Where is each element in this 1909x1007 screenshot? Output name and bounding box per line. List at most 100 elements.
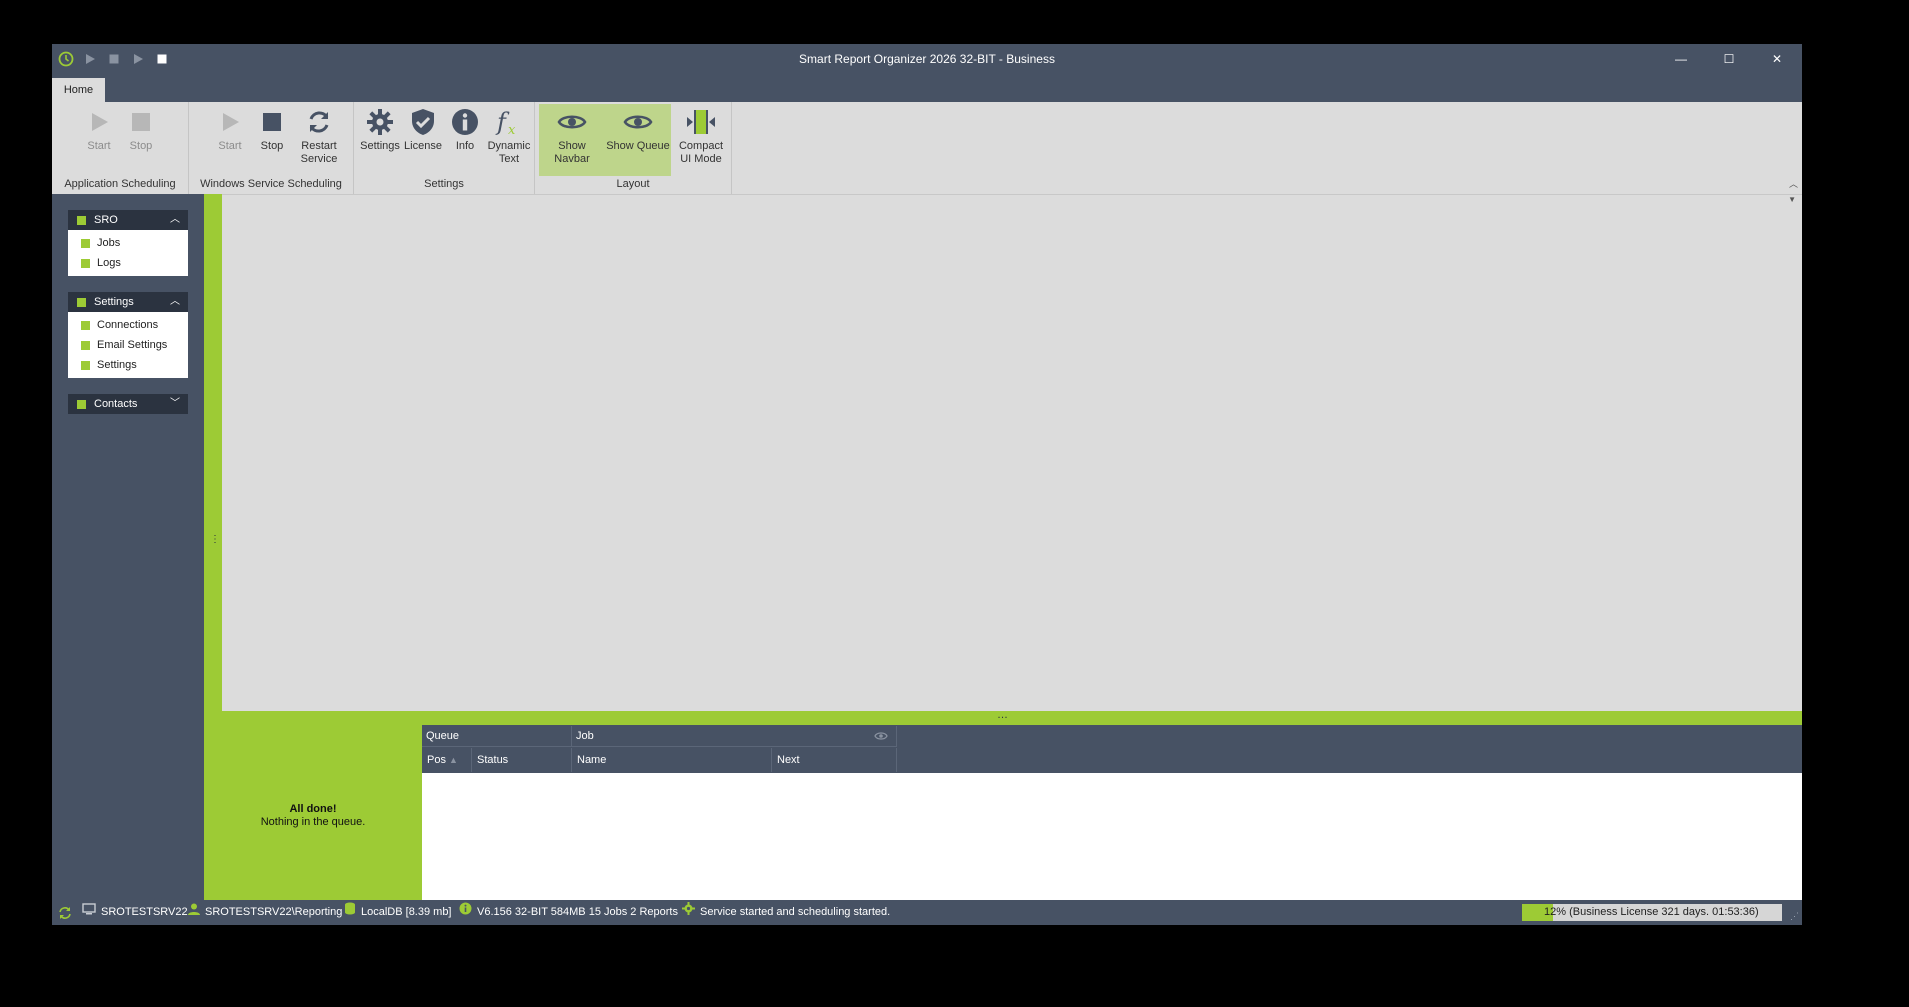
square-icon — [81, 341, 90, 350]
nav-group-header[interactable]: Settings ︿ — [68, 292, 188, 312]
group-label: Settings — [424, 178, 464, 190]
nav-item-connections[interactable]: Connections — [68, 315, 188, 335]
minimize-button[interactable]: — — [1658, 44, 1704, 74]
column-pos[interactable]: Pos ▲ — [422, 748, 472, 772]
maximize-button[interactable]: ☐ — [1706, 44, 1752, 74]
chevron-down-icon: ﹀ — [170, 398, 180, 409]
nav-group-settings: Settings ︿ Connections Email Settings Se… — [68, 292, 188, 378]
eye-icon — [552, 104, 592, 140]
band-job[interactable]: Job — [572, 726, 897, 747]
clock-icon[interactable] — [58, 51, 74, 67]
shield-check-icon — [403, 104, 443, 140]
column-next[interactable]: Next — [772, 748, 897, 772]
queue-splitter[interactable]: … — [204, 710, 1802, 725]
resize-grip-icon[interactable]: ⋰ — [1790, 911, 1799, 922]
compact-icon — [681, 104, 721, 140]
service-stop-button[interactable]: Stop — [251, 104, 293, 176]
stop-icon — [121, 104, 161, 140]
eye-icon[interactable] — [874, 730, 888, 744]
close-icon: ✕ — [1771, 52, 1783, 66]
license-progress-bar: 12% (Business License 321 days. 01:53:36… — [1522, 904, 1782, 921]
play-icon — [79, 104, 119, 140]
title-bar: Smart Report Organizer 2026 32-BIT - Bus… — [52, 44, 1802, 74]
stop-icon[interactable] — [106, 51, 122, 67]
nav-item-logs[interactable]: Logs — [68, 253, 188, 273]
square-icon — [81, 361, 90, 370]
app-start-button[interactable]: Start — [78, 104, 120, 176]
window-title: Smart Report Organizer 2026 32-BIT - Bus… — [799, 52, 1055, 66]
square-icon — [81, 321, 90, 330]
ribbon-group-layout: Show Navbar Show Queue Compact UI Mode L… — [535, 102, 732, 194]
ribbon-tabs: Home — [52, 74, 1802, 102]
info-button[interactable]: Info — [444, 104, 486, 176]
minimize-icon: — — [1675, 52, 1687, 66]
database-icon — [344, 900, 356, 925]
column-name[interactable]: Name — [572, 748, 772, 772]
status-bar: SROTESTSRV22 SROTESTSRV22\Reporting Loca… — [52, 900, 1802, 925]
square-icon — [81, 259, 90, 268]
tab-home[interactable]: Home — [52, 78, 105, 102]
dropdown-arrow-icon[interactable]: ▼ — [1788, 195, 1796, 204]
nav-group-header[interactable]: Contacts ﹀ — [68, 394, 188, 414]
gear-icon — [682, 900, 695, 925]
group-label: Windows Service Scheduling — [200, 178, 342, 190]
gear-icon — [360, 104, 400, 140]
svg-text:x: x — [508, 123, 516, 137]
status-user: SROTESTSRV22\Reporting — [188, 900, 342, 925]
function-icon: fx — [489, 104, 529, 140]
square-icon — [81, 239, 90, 248]
license-button[interactable]: License — [402, 104, 444, 176]
monitor-icon — [82, 900, 96, 925]
show-queue-button[interactable]: Show Queue — [605, 104, 671, 176]
show-navbar-button[interactable]: Show Navbar — [539, 104, 605, 176]
dynamic-text-button[interactable]: fx Dynamic Text — [486, 104, 532, 176]
status-version: V6.156 32-BIT 584MB 15 Jobs 2 Reports — [459, 900, 678, 925]
nav-group-header[interactable]: SRO ︿ — [68, 210, 188, 230]
nav-group-contacts: Contacts ﹀ — [68, 394, 188, 414]
column-status[interactable]: Status — [472, 748, 572, 772]
settings-button[interactable]: Settings — [358, 104, 402, 176]
info-icon — [459, 900, 472, 925]
queue-grid-header: Queue Job Pos ▲ Status Name Next — [422, 725, 1802, 773]
square-icon — [77, 400, 86, 409]
collapse-ribbon-icon[interactable]: ︿ — [1789, 177, 1798, 190]
nav-group-sro: SRO ︿ Jobs Logs — [68, 210, 188, 276]
service-start-button[interactable]: Start — [209, 104, 251, 176]
queue-grid-body[interactable] — [422, 773, 1802, 900]
navbar-splitter[interactable] — [204, 194, 222, 725]
group-label: Application Scheduling — [64, 178, 176, 190]
maximize-icon: ☐ — [1723, 52, 1735, 66]
queue-status-panel: All done! Nothing in the queue. — [204, 725, 422, 900]
nav-item-settings[interactable]: Settings — [68, 355, 188, 375]
chevron-up-icon: ︿ — [170, 296, 180, 307]
splitter-grip-icon[interactable]: ⋮ — [210, 534, 220, 545]
eye-icon — [618, 104, 658, 140]
sync-icon[interactable] — [58, 900, 72, 925]
compact-ui-mode-button[interactable]: Compact UI Mode — [675, 104, 727, 176]
square-icon — [77, 216, 86, 225]
nav-item-email-settings[interactable]: Email Settings — [68, 335, 188, 355]
license-text: 12% (Business License 321 days. 01:53:36… — [1544, 906, 1759, 918]
status-service: Service started and scheduling started. — [682, 900, 890, 925]
play-icon[interactable] — [82, 51, 98, 67]
navbar: SRO ︿ Jobs Logs Settings ︿ Connections E… — [52, 194, 204, 900]
square-icon — [77, 298, 86, 307]
stop-icon[interactable] — [154, 51, 170, 67]
restart-service-button[interactable]: Restart Service — [293, 104, 345, 176]
status-database: LocalDB [8.39 mb] — [344, 900, 452, 925]
chevron-up-icon: ︿ — [170, 214, 180, 225]
app-stop-button[interactable]: Stop — [120, 104, 162, 176]
play-icon — [210, 104, 250, 140]
refresh-icon — [299, 104, 339, 140]
ribbon-group-windows-service-scheduling: Start Stop Restart Service Windows Servi… — [189, 102, 354, 194]
band-queue[interactable]: Queue — [422, 726, 572, 747]
nav-item-jobs[interactable]: Jobs — [68, 233, 188, 253]
ribbon: Start Stop Application Scheduling Start … — [52, 102, 1802, 194]
info-icon — [445, 104, 485, 140]
app-window: Smart Report Organizer 2026 32-BIT - Bus… — [52, 44, 1802, 925]
main-content-area — [222, 210, 1802, 711]
queue-empty-title: All done! — [289, 803, 337, 815]
play-icon[interactable] — [130, 51, 146, 67]
sort-asc-icon: ▲ — [449, 755, 458, 765]
close-button[interactable]: ✕ — [1754, 44, 1800, 74]
